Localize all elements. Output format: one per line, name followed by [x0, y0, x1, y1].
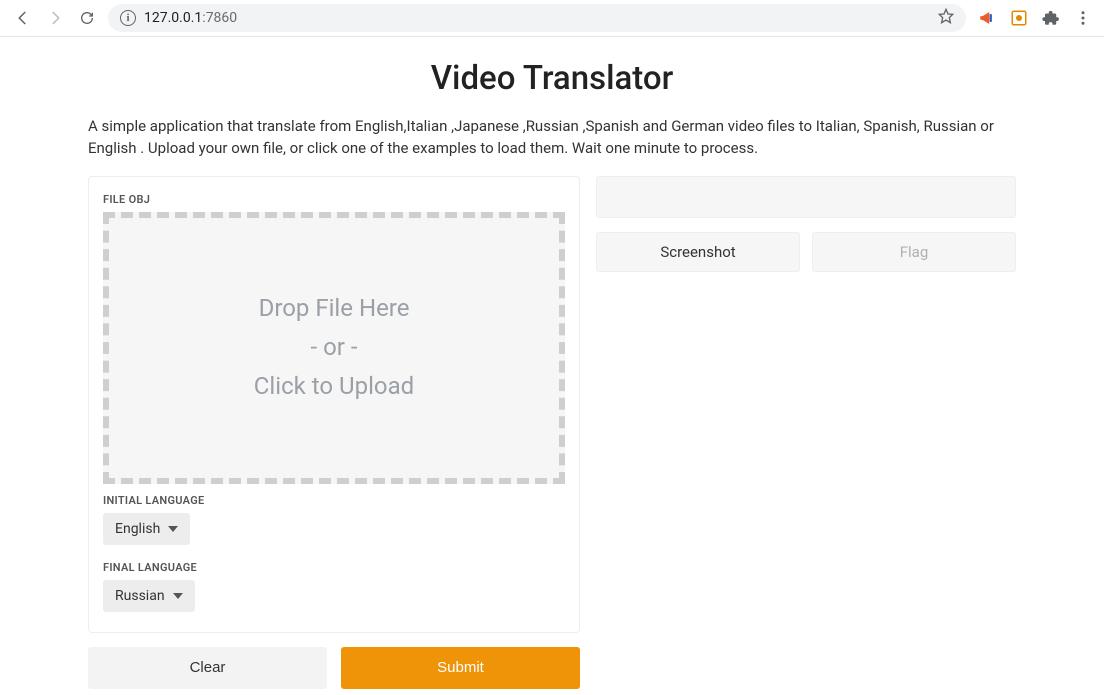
- url-port: :7860: [202, 10, 237, 26]
- back-icon[interactable]: [14, 9, 32, 27]
- final-language-value: Russian: [115, 588, 165, 604]
- page-content: Video Translator A simple application th…: [0, 37, 1104, 689]
- more-vert-icon[interactable]: [1074, 9, 1092, 27]
- extensions-puzzle-icon[interactable]: [1042, 9, 1060, 27]
- nav-controls: [8, 9, 96, 27]
- input-panel: FILE OBJ Drop File Here - or - Click to …: [88, 176, 580, 633]
- url-text: 127.0.0.1:7860: [144, 10, 237, 26]
- extension-icons: [978, 9, 1096, 27]
- dropzone-line-3: Click to Upload: [254, 369, 414, 404]
- address-bar[interactable]: i 127.0.0.1:7860: [108, 4, 966, 32]
- url-host: 127.0.0.1: [144, 10, 202, 26]
- dropzone-line-2: - or -: [311, 330, 358, 365]
- clear-button[interactable]: Clear: [88, 647, 327, 689]
- output-box: [596, 176, 1016, 218]
- right-button-row: Screenshot Flag: [596, 232, 1016, 272]
- chevron-down-icon: [173, 591, 183, 601]
- initial-language-select[interactable]: English: [103, 513, 190, 545]
- site-info-icon[interactable]: i: [120, 10, 136, 26]
- submit-button[interactable]: Submit: [341, 647, 580, 689]
- final-language-label: FINAL LANGUAGE: [103, 561, 565, 574]
- page-description: A simple application that translate from…: [0, 116, 1104, 160]
- final-language-select[interactable]: Russian: [103, 580, 195, 612]
- initial-language-label: INITIAL LANGUAGE: [103, 494, 565, 507]
- left-column: FILE OBJ Drop File Here - or - Click to …: [88, 176, 580, 689]
- initial-language-value: English: [115, 521, 160, 537]
- forward-icon[interactable]: [46, 9, 64, 27]
- right-column: Screenshot Flag: [596, 176, 1016, 689]
- file-obj-label: FILE OBJ: [103, 193, 565, 206]
- page-title: Video Translator: [0, 59, 1104, 98]
- browser-bar: i 127.0.0.1:7860: [0, 0, 1104, 37]
- action-row: Clear Submit: [88, 647, 580, 689]
- dropzone-line-1: Drop File Here: [259, 291, 410, 326]
- megaphone-icon[interactable]: [978, 9, 996, 27]
- screenshot-button[interactable]: Screenshot: [596, 232, 800, 272]
- capture-icon[interactable]: [1010, 9, 1028, 27]
- main-columns: FILE OBJ Drop File Here - or - Click to …: [0, 176, 1104, 689]
- flag-button[interactable]: Flag: [812, 232, 1016, 272]
- bookmark-star-icon[interactable]: [938, 8, 954, 28]
- reload-icon[interactable]: [78, 9, 96, 27]
- chevron-down-icon: [168, 524, 178, 534]
- file-dropzone[interactable]: Drop File Here - or - Click to Upload: [103, 212, 565, 484]
